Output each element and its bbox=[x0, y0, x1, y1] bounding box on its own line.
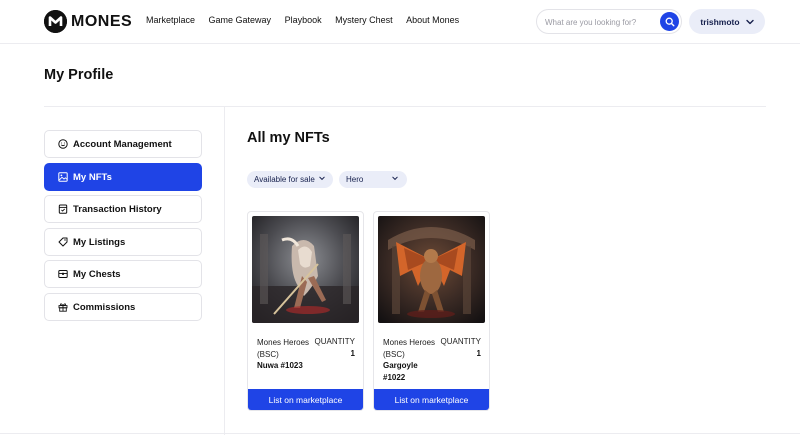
main-nav: Marketplace Game Gateway Playbook Myster… bbox=[146, 15, 473, 25]
chest-icon bbox=[57, 269, 68, 280]
image-icon bbox=[57, 172, 68, 183]
search-input[interactable] bbox=[545, 15, 657, 29]
sidebar-item-account-management[interactable]: Account Management bbox=[44, 130, 202, 158]
sidebar-item-label: Transaction History bbox=[73, 203, 162, 215]
filter-type-dropdown[interactable]: Hero bbox=[339, 171, 407, 188]
brand-logo[interactable]: MONES bbox=[44, 10, 132, 33]
chevron-down-icon bbox=[392, 176, 398, 181]
quantity-label: QUANTITY bbox=[314, 337, 355, 346]
username: trishmoto bbox=[700, 16, 740, 27]
sidebar-item-label: My Chests bbox=[73, 268, 121, 280]
nft-image-nuwa bbox=[252, 216, 359, 323]
filter-availability-dropdown[interactable]: Available for sale bbox=[247, 171, 333, 188]
nft-image-gargoyle bbox=[378, 216, 485, 323]
card-info: Mones Heroes (BSC) QUANTITY 1 Nuwa #1023 bbox=[257, 337, 355, 372]
list-on-marketplace-button[interactable]: List on marketplace bbox=[248, 389, 363, 410]
gift-icon bbox=[57, 302, 68, 313]
page-title: My Profile bbox=[44, 67, 114, 83]
sidebar-item-label: My NFTs bbox=[73, 171, 112, 183]
nft-card[interactable]: Mones Heroes (BSC) QUANTITY 1 Gargoyle #… bbox=[373, 211, 490, 411]
chevron-down-icon bbox=[319, 176, 325, 181]
nav-marketplace[interactable]: Marketplace bbox=[146, 15, 195, 25]
quantity-label: QUANTITY bbox=[440, 337, 481, 346]
sidebar-divider bbox=[224, 107, 225, 435]
sidebar-item-label: My Listings bbox=[73, 236, 126, 248]
nav-mystery-chest[interactable]: Mystery Chest bbox=[335, 15, 393, 25]
nft-name: Nuwa #1023 bbox=[257, 361, 303, 370]
nft-card[interactable]: Mones Heroes (BSC) QUANTITY 1 Nuwa #1023… bbox=[247, 211, 364, 411]
quantity-value: 1 bbox=[476, 348, 481, 358]
chevron-down-icon bbox=[745, 19, 754, 24]
user-menu-button[interactable]: trishmoto bbox=[689, 9, 765, 34]
sidebar-item-my-nfts[interactable]: My NFTs bbox=[44, 163, 202, 191]
nav-about-mones[interactable]: About Mones bbox=[406, 15, 459, 25]
filter-label: Hero bbox=[346, 175, 364, 184]
mones-logo-icon bbox=[44, 10, 67, 33]
card-info: Mones Heroes (BSC) QUANTITY 1 Gargoyle #… bbox=[383, 337, 481, 383]
sidebar-item-transaction-history[interactable]: Transaction History bbox=[44, 195, 202, 223]
nav-playbook[interactable]: Playbook bbox=[285, 15, 322, 25]
sidebar-item-my-chests[interactable]: My Chests bbox=[44, 260, 202, 288]
nav-game-gateway[interactable]: Game Gateway bbox=[209, 15, 272, 25]
sidebar-item-my-listings[interactable]: My Listings bbox=[44, 228, 202, 256]
top-header: MONES Marketplace Game Gateway Playbook … bbox=[0, 0, 800, 44]
smiley-icon bbox=[57, 139, 68, 150]
search-button[interactable] bbox=[660, 12, 679, 31]
sidebar-item-label: Commissions bbox=[73, 301, 136, 313]
title-divider bbox=[44, 106, 766, 107]
search-box bbox=[536, 9, 682, 34]
search-icon bbox=[665, 17, 675, 27]
list-on-marketplace-button[interactable]: List on marketplace bbox=[374, 389, 489, 410]
nft-name: Gargoyle #1022 bbox=[383, 361, 418, 382]
footer-divider bbox=[0, 433, 800, 434]
quantity-value: 1 bbox=[350, 348, 355, 358]
brand-name: MONES bbox=[71, 12, 133, 30]
sidebar-item-commissions[interactable]: Commissions bbox=[44, 293, 202, 321]
nft-collection: Mones Heroes (BSC) bbox=[257, 338, 310, 359]
filter-label: Available for sale bbox=[254, 175, 315, 184]
tag-icon bbox=[57, 237, 68, 248]
nft-collection: Mones Heroes (BSC) bbox=[383, 338, 436, 359]
receipt-icon bbox=[57, 204, 68, 215]
sidebar-item-label: Account Management bbox=[73, 138, 172, 150]
section-title: All my NFTs bbox=[247, 130, 330, 146]
